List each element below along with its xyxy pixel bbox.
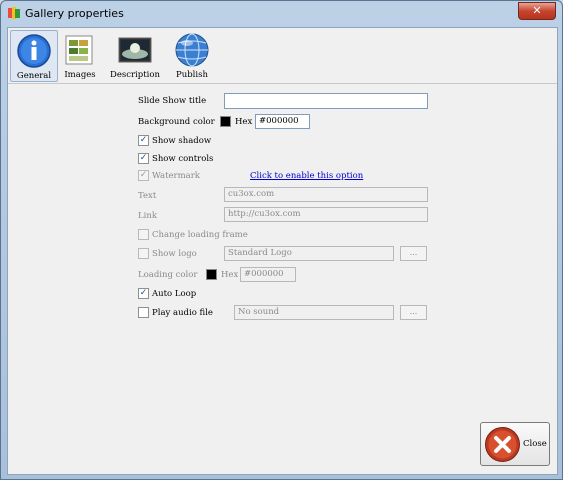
loading-hex-label: Hex [221,270,239,280]
gallery-properties-window: Gallery properties ✕ General Images Desc… [0,0,563,480]
change-loading-frame-label: Change loading frame [152,230,248,240]
tab-publish[interactable]: Publish [170,30,214,82]
slideshow-title-input[interactable] [224,93,428,109]
text-label: Text [138,191,157,201]
link-input[interactable]: http://cu3ox.com [224,207,428,222]
tab-general[interactable]: General [10,30,58,82]
show-shadow-checkbox[interactable]: ✓ [138,135,149,146]
show-logo-checkbox[interactable] [138,248,149,259]
watermark-checkbox[interactable]: ✓ [138,170,149,181]
window-close-button[interactable]: ✕ [518,2,556,20]
show-controls-label: Show controls [152,154,214,164]
tab-description-label: Description [110,70,160,80]
loading-color-label: Loading color [138,270,198,280]
close-circle-icon [485,427,520,462]
tab-description[interactable]: Description [106,30,164,82]
background-color-label: Background color [138,117,215,127]
tab-publish-label: Publish [176,70,208,80]
show-logo-label: Show logo [152,249,197,259]
audio-input[interactable]: No sound [234,305,394,320]
auto-loop-label: Auto Loop [152,289,197,299]
app-icon [8,7,20,19]
images-icon [65,35,93,65]
loading-hex-input[interactable]: #000000 [240,267,296,282]
show-shadow-label: Show shadow [152,136,212,146]
background-hex-label: Hex [235,117,253,127]
title-bar[interactable]: Gallery properties ✕ [1,1,562,27]
background-hex-input[interactable]: #000000 [255,114,310,129]
loading-color-swatch[interactable] [206,269,217,280]
tab-images-label: Images [64,70,96,80]
info-icon [17,34,51,68]
play-audio-label: Play audio file [152,308,213,318]
globe-icon [175,33,209,67]
logo-browse-button[interactable]: ... [400,246,427,261]
close-button[interactable]: Close [480,422,550,466]
background-color-swatch[interactable] [220,116,231,127]
show-controls-checkbox[interactable]: ✓ [138,153,149,164]
close-button-label: Close [523,439,547,449]
slideshow-title-label: Slide Show title [138,96,207,106]
dialog-client: General Images Description Publish Slide… [7,27,558,475]
enable-watermark-link[interactable]: Click to enable this option [250,171,363,181]
tab-images[interactable]: Images [60,30,100,82]
toolbar: General Images Description Publish [8,28,557,84]
tab-general-label: General [16,71,52,81]
audio-browse-button[interactable]: ... [400,305,427,320]
watermark-label: Watermark [152,171,200,181]
play-audio-checkbox[interactable] [138,307,149,318]
text-input[interactable]: cu3ox.com [224,187,428,202]
window-title: Gallery properties [25,7,124,20]
link-label: Link [138,211,157,221]
logo-input[interactable]: Standard Logo [224,246,394,261]
auto-loop-checkbox[interactable]: ✓ [138,288,149,299]
description-icon [118,37,152,63]
change-loading-frame-checkbox[interactable] [138,229,149,240]
